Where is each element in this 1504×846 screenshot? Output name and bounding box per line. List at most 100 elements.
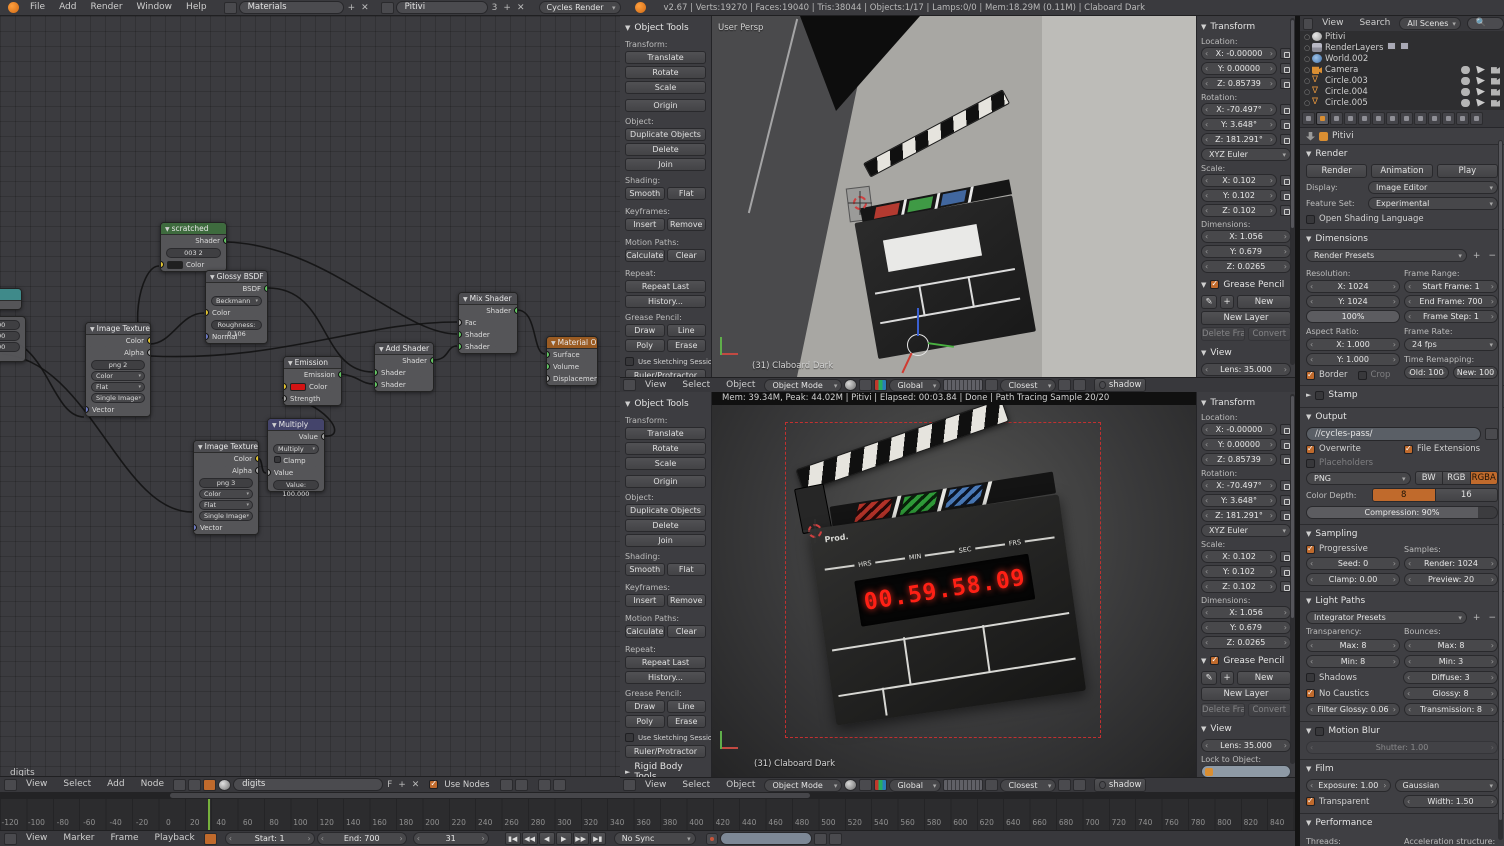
sync-mode-select[interactable]: No Sync — [614, 832, 696, 845]
insert-keyframe-button[interactable]: Insert — [625, 594, 665, 607]
tool-shelf-title[interactable]: ▼Object Tools — [625, 396, 706, 411]
clapboard-object[interactable] — [839, 126, 1036, 375]
rotate-button[interactable]: Rotate — [625, 66, 706, 79]
lock-icon[interactable] — [1280, 190, 1291, 201]
lock-icon[interactable] — [1280, 424, 1291, 435]
resolution-x[interactable]: X: 1024 — [1306, 280, 1400, 293]
lock-icon[interactable] — [1280, 48, 1291, 59]
lock-object-field[interactable] — [1201, 765, 1291, 777]
duplicate-objects-button[interactable]: Duplicate Objects — [625, 504, 706, 517]
filter-type-select[interactable]: Gaussian — [1395, 779, 1499, 792]
rotation-z[interactable]: Z: 181.291° — [1201, 509, 1277, 522]
grease-pencil-panel-title[interactable]: ▼Grease Pencil — [1201, 653, 1291, 668]
menu-render[interactable]: Render — [84, 0, 130, 15]
duplicate-objects-button[interactable]: Duplicate Objects — [625, 128, 706, 141]
editor-type-icon[interactable] — [623, 379, 636, 391]
menu-select[interactable]: Select — [675, 378, 717, 393]
color-input-socket[interactable] — [161, 261, 164, 268]
color-input-socket[interactable] — [284, 383, 287, 390]
repeat-last-button[interactable]: Repeat Last — [625, 656, 706, 669]
transmission-bounces[interactable]: Transmission: 8 — [1404, 703, 1498, 716]
scale-z[interactable]: Z: 0.102 — [1201, 204, 1277, 217]
vector-input-socket[interactable] — [194, 524, 197, 531]
lock-icon[interactable] — [1280, 104, 1291, 115]
outliner-item[interactable]: ○ Circle.005 — [1300, 97, 1504, 108]
overwrite-checkbox[interactable] — [1306, 445, 1315, 454]
parent-node-icon[interactable] — [515, 779, 528, 791]
glossy-bounces[interactable]: Glossy: 8 — [1403, 687, 1498, 700]
shadows-checkbox[interactable] — [1306, 673, 1315, 682]
clear-paths-button[interactable]: Clear — [667, 249, 707, 262]
node-glossy-bsdf[interactable]: ▼Glossy BSDF BSDF Beckmann Color Roughne… — [205, 270, 268, 344]
convert-button[interactable]: Convert — [1248, 703, 1292, 717]
no-caustics-checkbox[interactable] — [1306, 689, 1315, 698]
shader-input-socket[interactable] — [459, 343, 462, 350]
outliner-item[interactable]: ○ World.002 — [1300, 53, 1504, 64]
node-emission[interactable]: ▼Emission Emission Color Strength — [283, 356, 342, 406]
roughness-field[interactable]: Roughness: 0.106 — [211, 320, 262, 330]
compression-slider[interactable]: Compression: 90% — [1306, 506, 1498, 519]
lock-icon[interactable] — [1280, 63, 1291, 74]
delete-frame-button[interactable]: Delete Frame — [1201, 703, 1245, 717]
object-context-icon[interactable] — [203, 779, 216, 791]
diffuse-bounces[interactable]: Diffuse: 3 — [1403, 671, 1498, 684]
new-layer-button[interactable]: New Layer — [1201, 311, 1291, 325]
source-select[interactable]: Single Image — [91, 393, 145, 403]
view-panel-title[interactable]: ▼View — [1201, 345, 1291, 360]
node-add-shader[interactable]: ▼Add Shader Shader Shader Shader — [374, 342, 434, 392]
node-material-output[interactable]: ▼Material Output Surface Volume Displace… — [546, 336, 598, 386]
value-field[interactable]: 1.00 — [0, 331, 20, 341]
rgba-button[interactable]: RGBA — [1471, 471, 1499, 485]
grease-pencil-checkbox[interactable] — [1210, 280, 1219, 289]
grease-pencil-checkbox[interactable] — [1210, 656, 1219, 665]
menu-view[interactable]: View — [1315, 16, 1350, 31]
shader-input-socket[interactable] — [459, 331, 462, 338]
rotation-y[interactable]: Y: 3.648° — [1201, 494, 1277, 507]
shader-output-socket[interactable] — [223, 237, 226, 244]
progressive-checkbox[interactable] — [1306, 545, 1315, 554]
smooth-button[interactable]: Smooth — [625, 187, 665, 200]
scale-y[interactable]: Y: 0.102 — [1201, 565, 1277, 578]
border-checkbox[interactable] — [1306, 371, 1315, 380]
render-still-icon[interactable] — [1058, 779, 1071, 791]
clamp-checkbox[interactable] — [274, 456, 281, 463]
new-layer-button[interactable]: New Layer — [1201, 687, 1291, 701]
render-samples-field[interactable]: Render: 1024 — [1404, 557, 1498, 570]
gp-draw-button[interactable]: Draw — [625, 700, 665, 713]
aspect-y[interactable]: Y: 1.000 — [1306, 353, 1400, 366]
node-image-texture-1[interactable]: ▼Image Texture Color Alpha png 2 Color F… — [85, 322, 151, 417]
gp-draw-button[interactable]: Draw — [625, 324, 665, 337]
lens-field[interactable]: Lens: 35.000 — [1201, 363, 1291, 376]
delete-button[interactable]: Delete — [625, 143, 706, 156]
renderability-icon[interactable] — [1491, 66, 1500, 74]
orientation-select[interactable]: Global — [889, 779, 941, 792]
integrator-presets-select[interactable]: Integrator Presets — [1306, 611, 1467, 624]
render-engine-select[interactable]: Cycles Render — [539, 1, 621, 14]
bsdf-output-socket[interactable] — [264, 285, 267, 292]
shader-input-socket[interactable] — [375, 369, 378, 376]
properties-tab[interactable] — [1414, 112, 1427, 125]
scene-users-count[interactable]: 3 — [490, 3, 500, 13]
node-editor-canvas[interactable]: 1.00 1.00 1.00 ▼scratched Shader 003 2 C… — [0, 16, 620, 776]
play-button[interactable]: ▶ — [556, 832, 572, 845]
projection-select[interactable]: Flat — [199, 500, 253, 510]
outliner-item[interactable]: ○ Camera — [1300, 64, 1504, 75]
scene-field[interactable]: Pitivi — [396, 1, 488, 14]
layers-widget[interactable] — [943, 379, 983, 391]
location-z[interactable]: Z: 0.85739 — [1201, 453, 1277, 466]
surface-input-socket[interactable] — [547, 351, 550, 358]
selectability-icon[interactable] — [1476, 99, 1485, 107]
properties-tab[interactable] — [1386, 112, 1399, 125]
scale-button[interactable]: Scale — [625, 457, 706, 470]
lock-icon[interactable] — [1280, 551, 1291, 562]
node-partial[interactable] — [0, 288, 22, 310]
fac-input-socket[interactable] — [459, 319, 462, 326]
menu-select[interactable]: Select — [675, 778, 717, 793]
gp-line-button[interactable]: Line — [667, 700, 707, 713]
pivot-point-icon[interactable] — [859, 379, 872, 391]
color-input-socket[interactable] — [206, 309, 209, 316]
rotation-mode-select[interactable]: XYZ Euler — [1201, 148, 1291, 161]
displacement-input-socket[interactable] — [547, 375, 550, 382]
scale-y[interactable]: Y: 0.102 — [1201, 189, 1277, 202]
scene-icon[interactable] — [381, 2, 394, 14]
